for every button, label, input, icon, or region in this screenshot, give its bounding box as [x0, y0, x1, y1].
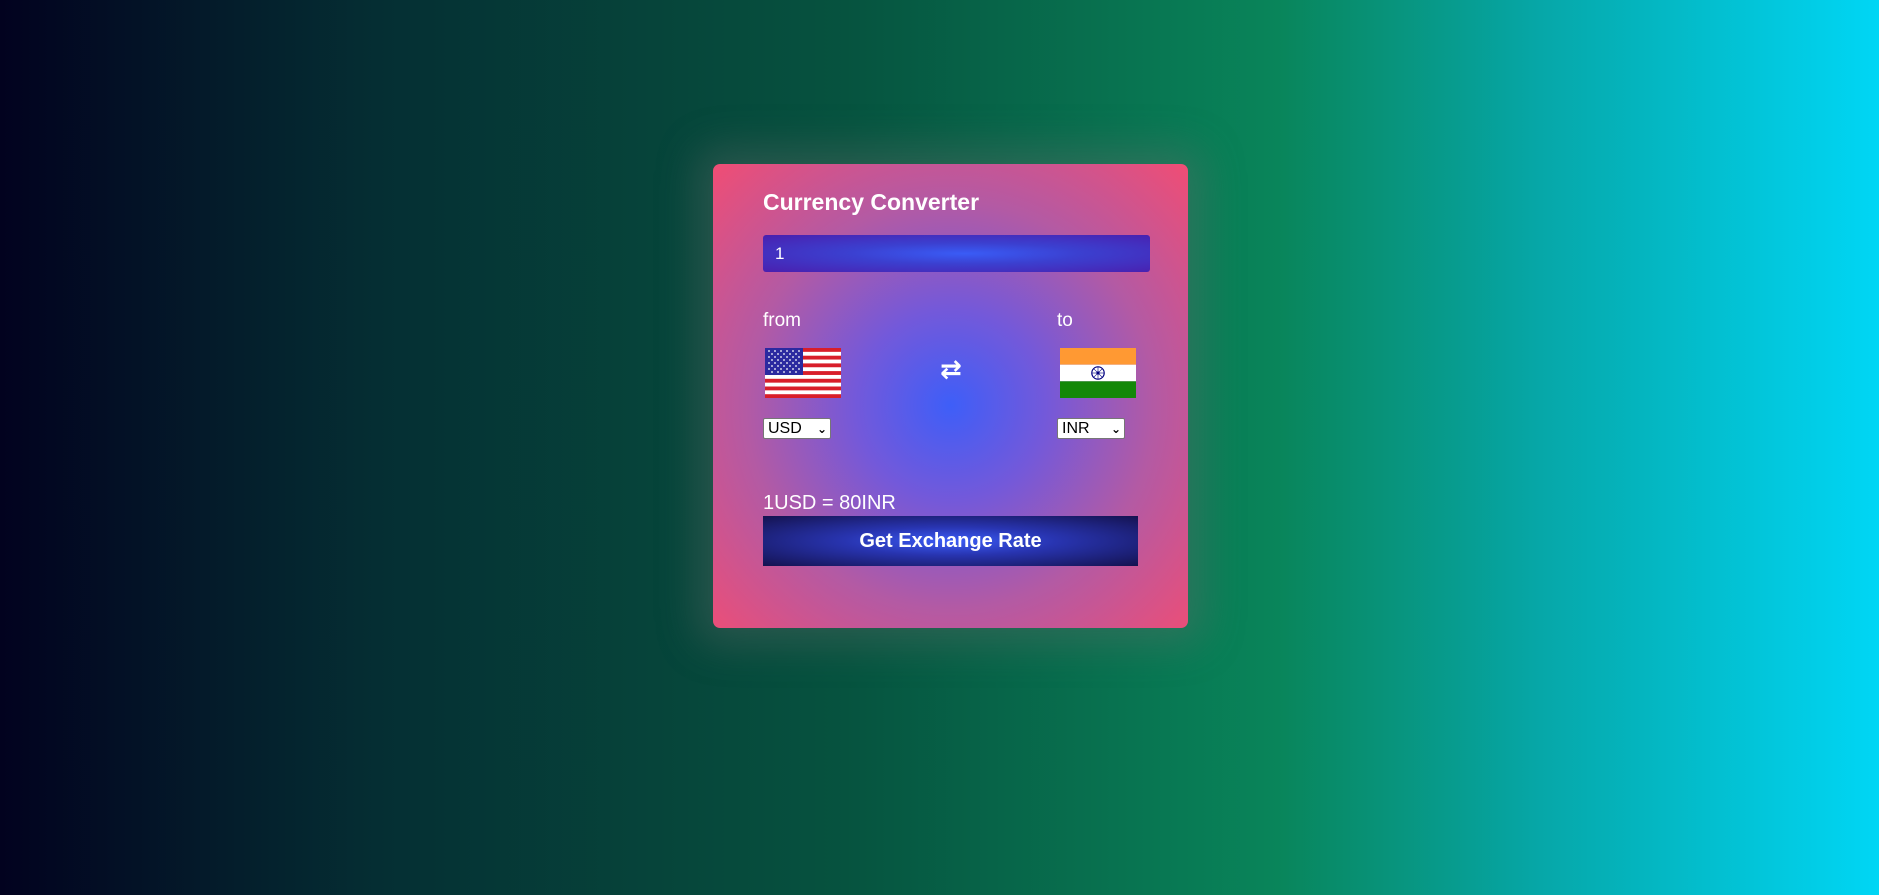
india-flag-icon: [1060, 348, 1136, 398]
to-currency-value: INR: [1062, 419, 1090, 437]
chevron-down-icon: ⌄: [816, 421, 827, 436]
page-title: Currency Converter: [763, 189, 980, 215]
to-currency-select[interactable]: INR ⌄: [1057, 418, 1125, 439]
to-label: to: [1057, 310, 1073, 331]
swap-icon[interactable]: ⇄: [940, 356, 962, 382]
converter-card: Currency Converter from to: [713, 164, 1188, 628]
exchange-rate-result: 1USD = 80INR: [763, 492, 896, 514]
from-currency-value: USD: [768, 419, 802, 437]
from-label: from: [763, 310, 801, 331]
us-flag-icon: [765, 348, 841, 398]
from-currency-select[interactable]: USD ⌄: [763, 418, 831, 439]
get-exchange-rate-button[interactable]: Get Exchange Rate: [763, 516, 1138, 566]
amount-input[interactable]: [763, 235, 1150, 272]
chevron-down-icon: ⌄: [1110, 421, 1121, 436]
